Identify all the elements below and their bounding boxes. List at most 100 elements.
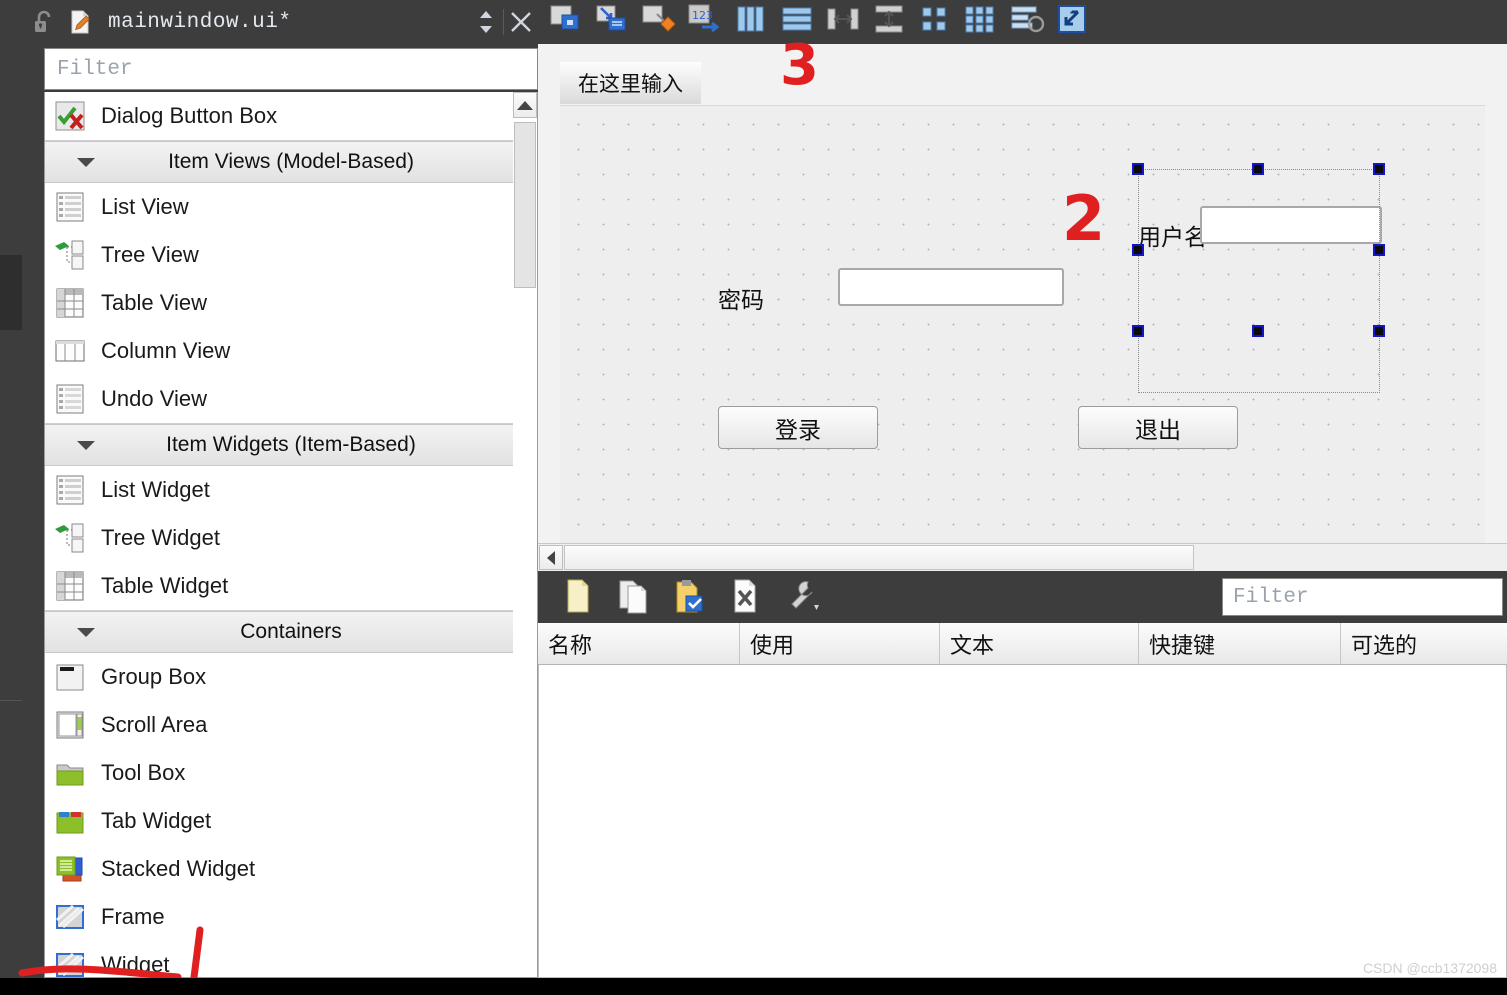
scrollbar-thumb[interactable] [514,122,536,288]
form-canvas[interactable]: 密码 用户名 登录 退出 [560,106,1485,548]
exit-button[interactable]: 退出 [1078,406,1238,449]
action-editor-table: 名称 使用 文本 快捷键 可选的 [538,623,1507,978]
group-box-icon [53,660,87,694]
edit-widgets-icon[interactable] [548,2,590,42]
undo-view-icon [53,382,87,416]
widget-box-filter-placeholder: Filter [57,57,133,81]
paste-action-icon[interactable] [672,577,712,617]
widget-group-item-views[interactable]: Item Views (Model-Based) [45,141,537,183]
layout-in-form-icon[interactable] [916,2,958,42]
resize-handle-ne[interactable] [1373,163,1385,175]
action-table-body[interactable] [538,665,1507,978]
widget-item-undo-view[interactable]: Undo View [45,375,537,423]
widget-group-item-widgets[interactable]: Item Widgets (Item-Based) [45,424,537,466]
action-filter-placeholder: Filter [1233,585,1309,609]
new-action-icon[interactable] [560,577,600,617]
tab-widget-icon [53,804,87,838]
edit-signals-slots-icon[interactable] [594,2,636,42]
widget-item-label: Table View [101,290,207,315]
widget-group-containers[interactable]: Containers [45,611,537,653]
widget-box-titlebar: mainwindow.ui* [22,0,538,44]
break-layout-icon[interactable] [1008,2,1050,42]
widget-item-label: List View [101,194,189,219]
svg-text:123: 123 [692,9,713,22]
widget-item-label: Tab Widget [101,808,212,833]
bottom-strip [0,978,1507,995]
tool-box-icon [53,756,87,790]
widget-item-dialog-button-box[interactable]: Dialog Button Box [45,92,537,140]
widget-group-label: Item Views (Model-Based) [168,150,414,173]
widget-item-table-widget[interactable]: Table Widget [45,562,537,610]
widget-item-tool-box[interactable]: Tool Box [45,749,537,797]
widget-box-panel: mainwindow.ui* Filter Dialog Button Box … [22,0,538,978]
widget-item-column-view[interactable]: Column View [45,327,537,375]
widget-box-scrollbar[interactable] [513,92,537,977]
widget-item-group-box[interactable]: Group Box [45,653,537,701]
watermark: CSDN @ccb1372098 [1362,960,1497,976]
widget-item-label: Tree View [101,242,199,267]
widget-box-filter[interactable]: Filter [44,48,538,90]
column-header-used[interactable]: 使用 [740,623,940,664]
copy-action-icon[interactable] [616,577,656,617]
resize-handle-n[interactable] [1252,163,1264,175]
layout-in-grid-icon[interactable] [962,2,1004,42]
resize-handle-s[interactable] [1252,325,1264,337]
widget-item-scroll-area[interactable]: Scroll Area [45,701,537,749]
file-edit-icon [66,8,94,36]
close-icon[interactable] [504,2,538,42]
layout-horizontally-icon[interactable] [732,2,774,42]
chevron-up-icon [517,100,533,110]
layout-vertically-icon[interactable] [778,2,820,42]
widget-item-label: Scroll Area [101,712,208,737]
action-editor-filter[interactable]: Filter [1222,578,1503,616]
float-dock-icon[interactable] [469,2,503,42]
delete-action-icon[interactable] [728,577,768,617]
resize-handle-se[interactable] [1373,325,1385,337]
password-label[interactable]: 密码 [718,281,764,315]
layout-vertical-splitter-icon[interactable] [870,2,912,42]
scroll-left-button[interactable] [539,545,563,570]
widget-item-stacked-widget[interactable]: Stacked Widget [45,845,537,893]
widget-item-tree-view[interactable]: Tree View [45,231,537,279]
resize-handle-e[interactable] [1373,244,1385,256]
column-header-name[interactable]: 名称 [538,623,740,664]
form-horizontal-scrollbar[interactable] [538,543,1507,571]
tree-view-icon [53,238,87,272]
widget-item-list-view[interactable]: List View [45,183,537,231]
column-header-shortcut[interactable]: 快捷键 [1139,623,1341,664]
column-header-text[interactable]: 文本 [940,623,1139,664]
main-toolbar: 123 [538,0,1507,44]
resize-handle-w[interactable] [1132,244,1144,256]
column-header-checkable[interactable]: 可选的 [1341,623,1507,664]
unlock-icon[interactable] [30,8,58,36]
action-editor-toolbar: Filter [538,571,1507,623]
adjust-size-icon[interactable] [1054,2,1096,42]
list-view-icon [53,190,87,224]
widget-item-tree-widget[interactable]: Tree Widget [45,514,537,562]
password-input[interactable] [838,268,1064,306]
resize-handle-sw[interactable] [1132,325,1144,337]
widget-item-tab-widget[interactable]: Tab Widget [45,797,537,845]
layout-horizontal-splitter-icon[interactable] [824,2,866,42]
edit-tab-order-icon[interactable]: 123 [686,2,728,42]
hscrollbar-thumb[interactable] [564,545,1194,570]
widget-item-label: Stacked Widget [101,856,256,881]
scroll-up-button[interactable] [513,92,537,118]
rail-divider [0,700,22,701]
widget-item-label: Tree Widget [101,525,221,550]
edit-buddies-icon[interactable] [640,2,682,42]
table-widget-icon [53,569,87,603]
widget-item-label: Table Widget [101,573,229,598]
column-view-icon [53,334,87,368]
widget-box-list[interactable]: Dialog Button Box Item Views (Model-Base… [44,92,538,978]
qt-designer-window: mainwindow.ui* Filter Dialog Button Box … [0,0,1507,995]
widget-item-table-view[interactable]: Table View [45,279,537,327]
menubar-type-here[interactable]: 在这里输入 [560,62,701,104]
resize-handle-nw[interactable] [1132,163,1144,175]
widget-item-list-widget[interactable]: List Widget [45,466,537,514]
login-button[interactable]: 登录 [718,406,878,449]
widget-item-label: Tool Box [101,760,186,785]
form-menubar: 在这里输入 [560,62,1485,106]
configure-action-icon[interactable] [784,577,824,617]
window-title: mainwindow.ui* [108,10,292,34]
